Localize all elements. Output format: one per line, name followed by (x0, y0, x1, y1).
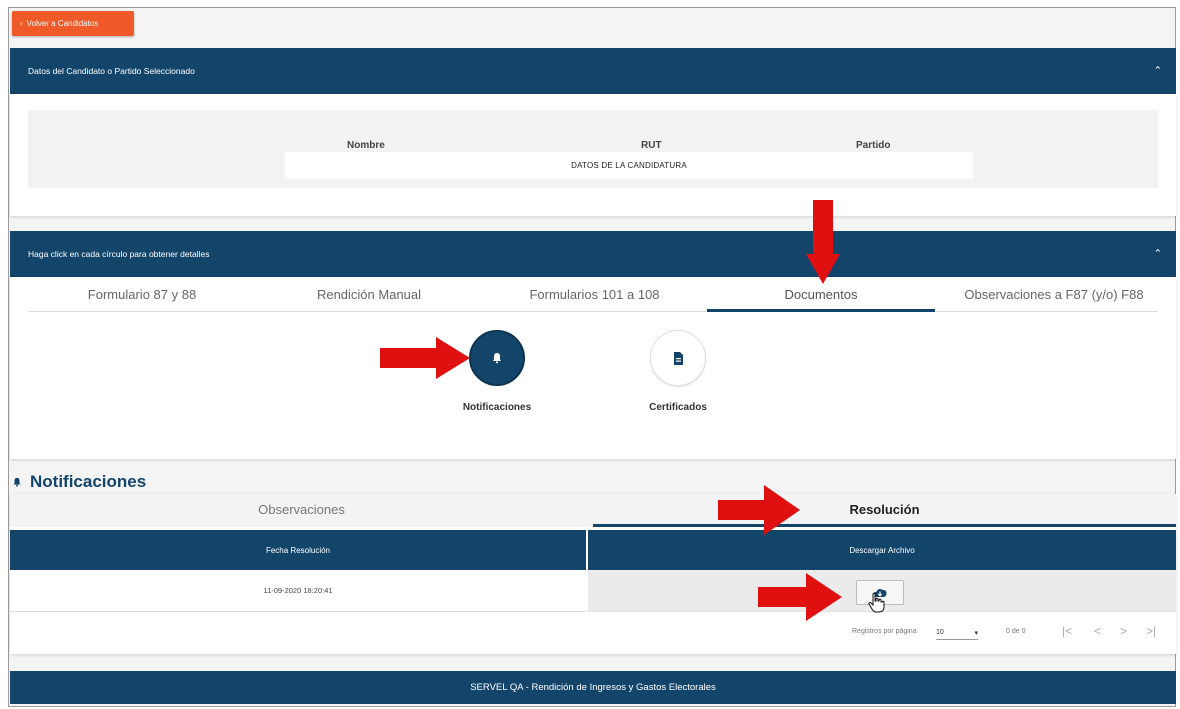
bell-icon (493, 353, 501, 364)
col-descargar-archivo-header: Descargar Archivo (588, 530, 1176, 570)
tabs-divider (28, 311, 1158, 312)
annotation-arrow-down (806, 200, 840, 284)
caret-down-icon: ▾ (974, 629, 978, 637)
fecha-resolucion-cell: 11-09-2020 18:20:41 (263, 586, 333, 595)
prev-page-icon[interactable]: < (1094, 624, 1101, 638)
chevron-up-icon[interactable]: ⌃ (1154, 66, 1162, 77)
active-subtab-indicator (593, 524, 1176, 527)
rows-per-page-select[interactable]: 10 ▾ (936, 626, 978, 640)
annotation-arrow-right (718, 485, 800, 535)
notificaciones-label: Notificaciones (462, 402, 532, 413)
candidate-section-header[interactable]: Datos del Candidato o Partido Selecciona… (10, 48, 1176, 94)
col-rut-header: RUT (641, 140, 662, 151)
document-icon (673, 351, 683, 365)
notificaciones-title-text: Notificaciones (30, 472, 147, 491)
back-to-candidates-button[interactable]: ‹ Volver a Candidatos (12, 11, 134, 36)
rows-per-page-label: Registros por página (852, 628, 917, 635)
candidate-section-title: Datos del Candidato o Partido Selecciona… (28, 66, 195, 76)
active-tab-indicator (707, 309, 935, 312)
details-section-header[interactable]: Haga click en cada círculo para obtener … (10, 231, 1176, 277)
first-page-icon[interactable]: |< (1062, 624, 1072, 638)
last-page-icon[interactable]: >| (1146, 624, 1156, 638)
tab-documentos[interactable]: Documentos (707, 287, 935, 302)
details-section-title: Haga click en cada círculo para obtener … (28, 249, 210, 259)
footer-text: SERVEL QA - Rendición de Ingresos y Gast… (470, 682, 716, 693)
chevron-up-icon[interactable]: ⌃ (1154, 249, 1162, 260)
tab-formulario-87-88[interactable]: Formulario 87 y 88 (28, 287, 256, 302)
annotation-arrow-right (758, 573, 842, 621)
notificaciones-circle[interactable] (469, 330, 525, 386)
tab-rendicion-manual[interactable]: Rendición Manual (256, 287, 482, 302)
col-partido-header: Partido (856, 140, 891, 151)
annotation-arrow-right (380, 337, 470, 379)
tab-observaciones-f87-f88[interactable]: Observaciones a F87 (y/o) F88 (935, 287, 1173, 302)
next-page-icon[interactable]: > (1120, 624, 1127, 638)
certificados-label: Certificados (649, 402, 707, 413)
subtab-resolucion[interactable]: Resolución (593, 502, 1176, 517)
tab-formularios-101-108[interactable]: Formularios 101 a 108 (482, 287, 707, 302)
details-card (10, 277, 1176, 459)
col-fecha-resolucion-header: Fecha Resolución (10, 530, 586, 570)
table-row: 11-09-2020 18:20:41 (10, 570, 586, 612)
certificados-circle[interactable] (650, 330, 706, 386)
subtab-observaciones[interactable]: Observaciones (10, 502, 593, 517)
col-nombre-header: Nombre (347, 140, 385, 151)
pagination-range: 0 de 0 (1006, 628, 1026, 635)
chevron-left-icon: ‹ (20, 19, 23, 28)
bell-icon (13, 477, 21, 487)
back-button-label: Volver a Candidatos (26, 19, 99, 28)
notificaciones-section-title: Notificaciones (12, 472, 146, 492)
footer: SERVEL QA - Rendición de Ingresos y Gast… (10, 671, 1176, 704)
candidate-data-value: DATOS DE LA CANDIDATURA (285, 152, 973, 179)
rows-per-page-value: 10 (936, 629, 944, 636)
hand-cursor-icon (866, 592, 886, 619)
